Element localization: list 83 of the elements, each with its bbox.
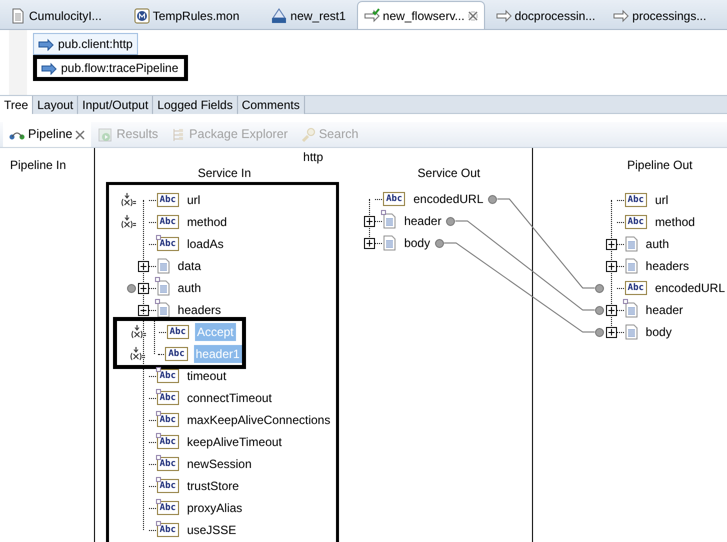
flow-check-icon: [364, 8, 380, 24]
results-icon: [97, 126, 114, 142]
field-name[interactable]: auth: [176, 279, 204, 297]
field-name[interactable]: method: [184, 213, 229, 231]
string-type-icon: Abc: [156, 215, 179, 229]
view-tab[interactable]: Pipeline: [3, 122, 92, 147]
string-type-icon: Abc: [156, 413, 179, 427]
field-name[interactable]: header: [402, 212, 444, 230]
link-dot[interactable]: [594, 306, 604, 314]
editor-tab[interactable]: processings...: [606, 1, 714, 29]
field-name[interactable]: loadAs: [184, 235, 226, 253]
string-type-icon: Abc: [166, 325, 189, 339]
field-name[interactable]: timeout: [184, 367, 228, 385]
string-type-icon: Abc: [156, 479, 179, 493]
link-dot[interactable]: [488, 194, 498, 204]
editor-subtab[interactable]: Layout: [33, 96, 78, 114]
arrow-icon: [496, 8, 512, 24]
arrow-icon: [41, 61, 57, 75]
editor-tab[interactable]: new_flowserv...: [356, 1, 485, 29]
link-dot[interactable]: [594, 328, 604, 336]
document-icon: [383, 235, 396, 251]
field-name[interactable]: method: [652, 213, 697, 231]
editor-gutter: [9, 30, 27, 95]
string-type-icon: Abc: [156, 237, 179, 251]
string-type-icon: Abc: [156, 391, 179, 405]
document-icon: [10, 8, 26, 24]
link-dot[interactable]: [446, 216, 456, 226]
field-name[interactable]: header: [644, 301, 686, 319]
link-dot[interactable]: [435, 238, 444, 248]
editor-subtab[interactable]: Logged Fields: [153, 96, 238, 114]
pipeline-out-title: Pipeline Out: [627, 158, 693, 172]
document-icon: [156, 258, 170, 274]
string-type-icon: Abc: [156, 501, 179, 515]
editor-subtab[interactable]: Tree: [0, 96, 34, 114]
string-type-icon: Abc: [156, 193, 179, 207]
field-name[interactable]: headers: [644, 257, 692, 275]
editor-tab[interactable]: CumulocityI...: [3, 1, 109, 29]
editor-tab[interactable]: docprocessin...: [488, 1, 602, 29]
field-name[interactable]: newSession: [184, 455, 254, 473]
field-name[interactable]: encodedURL: [411, 190, 486, 208]
link-dot[interactable]: [594, 284, 604, 292]
editor-subtab[interactable]: Input/Output: [78, 96, 154, 114]
service-in-title: Service In: [198, 166, 252, 180]
document-icon: [624, 236, 638, 252]
field-name[interactable]: keepAliveTimeout: [184, 433, 284, 451]
service-out-title: Service Out: [418, 166, 480, 180]
string-type-icon: Abc: [383, 192, 406, 206]
field-name[interactable]: url: [184, 191, 202, 209]
arrow-icon: [613, 8, 630, 24]
field-name[interactable]: trustStore: [184, 477, 241, 495]
field-name[interactable]: url: [652, 191, 670, 209]
string-type-icon: Abc: [156, 523, 179, 537]
string-type-icon: Abc: [624, 193, 647, 207]
field-name[interactable]: maxKeepAliveConnections: [184, 411, 332, 429]
editor-tab[interactable]: TempRules.mon: [126, 1, 246, 29]
editor-subtab[interactable]: Comments: [238, 96, 305, 114]
field-name[interactable]: useJSSE: [184, 521, 238, 539]
flashlight-icon: [300, 126, 316, 142]
string-type-icon: Abc: [156, 457, 179, 471]
field-name[interactable]: body: [644, 323, 674, 341]
field-name[interactable]: data: [176, 257, 204, 275]
document-icon: [624, 258, 638, 274]
pipeline-in-title: Pipeline In: [10, 158, 66, 172]
string-type-icon: Abc: [165, 347, 188, 361]
field-name[interactable]: proxyAlias: [184, 499, 244, 517]
link-dot[interactable]: [126, 284, 136, 292]
document-icon: [624, 324, 638, 340]
field-name[interactable]: auth: [644, 235, 672, 253]
string-type-icon: Abc: [624, 281, 647, 295]
rest-icon: [271, 8, 288, 24]
editor-tab[interactable]: new_rest1: [264, 1, 353, 29]
service-title: http: [303, 150, 324, 164]
string-type-icon: Abc: [624, 215, 647, 229]
string-type-icon: Abc: [156, 369, 179, 383]
string-type-icon: Abc: [156, 435, 179, 449]
flow-step[interactable]: pub.client:http: [33, 33, 138, 55]
field-name[interactable]: headers: [176, 301, 224, 319]
field-name[interactable]: connectTimeout: [184, 389, 274, 407]
field-name[interactable]: encodedURL: [652, 279, 727, 297]
arrow-icon: [38, 37, 54, 51]
flow-step[interactable]: pub.flow:tracePipeline: [33, 55, 188, 81]
monitor-icon: [134, 8, 150, 24]
field-name[interactable]: body: [402, 234, 432, 252]
